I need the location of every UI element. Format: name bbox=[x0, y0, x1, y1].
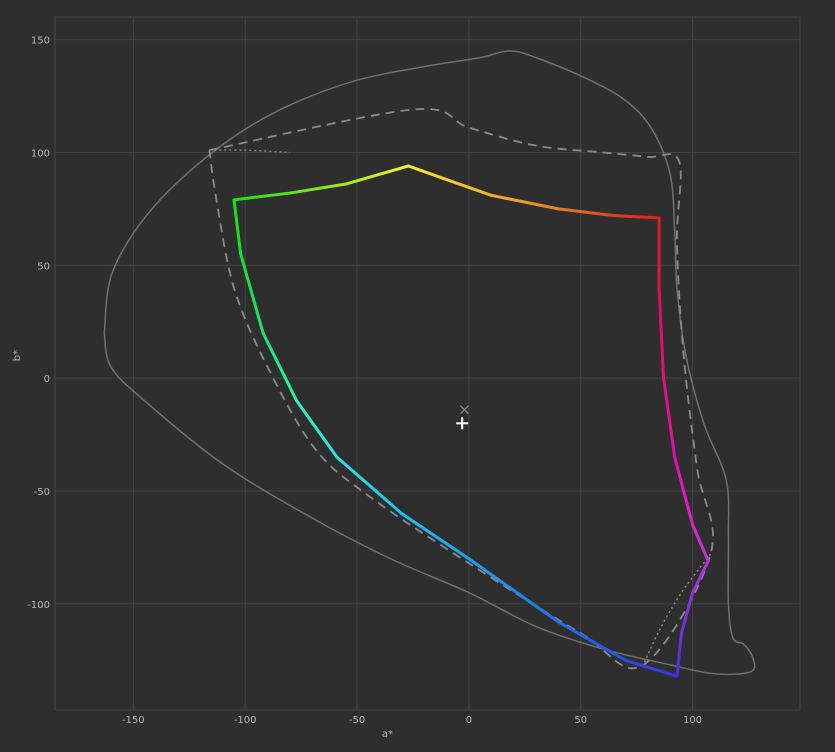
x-axis-label: a* bbox=[382, 729, 393, 740]
x-tick-label: -50 bbox=[349, 715, 365, 726]
x-tick-label: 100 bbox=[683, 715, 702, 726]
chart: -150 -100 -50 0 50 100 150 100 50 0 -50 -100 a* b* bbox=[0, 0, 835, 752]
x-tick-label: 50 bbox=[574, 715, 587, 726]
chart-background bbox=[0, 0, 835, 752]
y-axis-label: b* bbox=[12, 350, 23, 361]
x-tick-label: -100 bbox=[234, 715, 257, 726]
x-tick-label: 0 bbox=[466, 715, 472, 726]
x-tick-label: -150 bbox=[122, 715, 145, 726]
y-tick-label: 150 bbox=[31, 36, 50, 47]
y-tick-label: 0 bbox=[44, 374, 50, 385]
y-tick-label: 100 bbox=[31, 148, 50, 159]
y-tick-label: -50 bbox=[34, 487, 50, 498]
y-tick-label: -100 bbox=[27, 600, 50, 611]
y-tick-label: 50 bbox=[37, 261, 50, 272]
